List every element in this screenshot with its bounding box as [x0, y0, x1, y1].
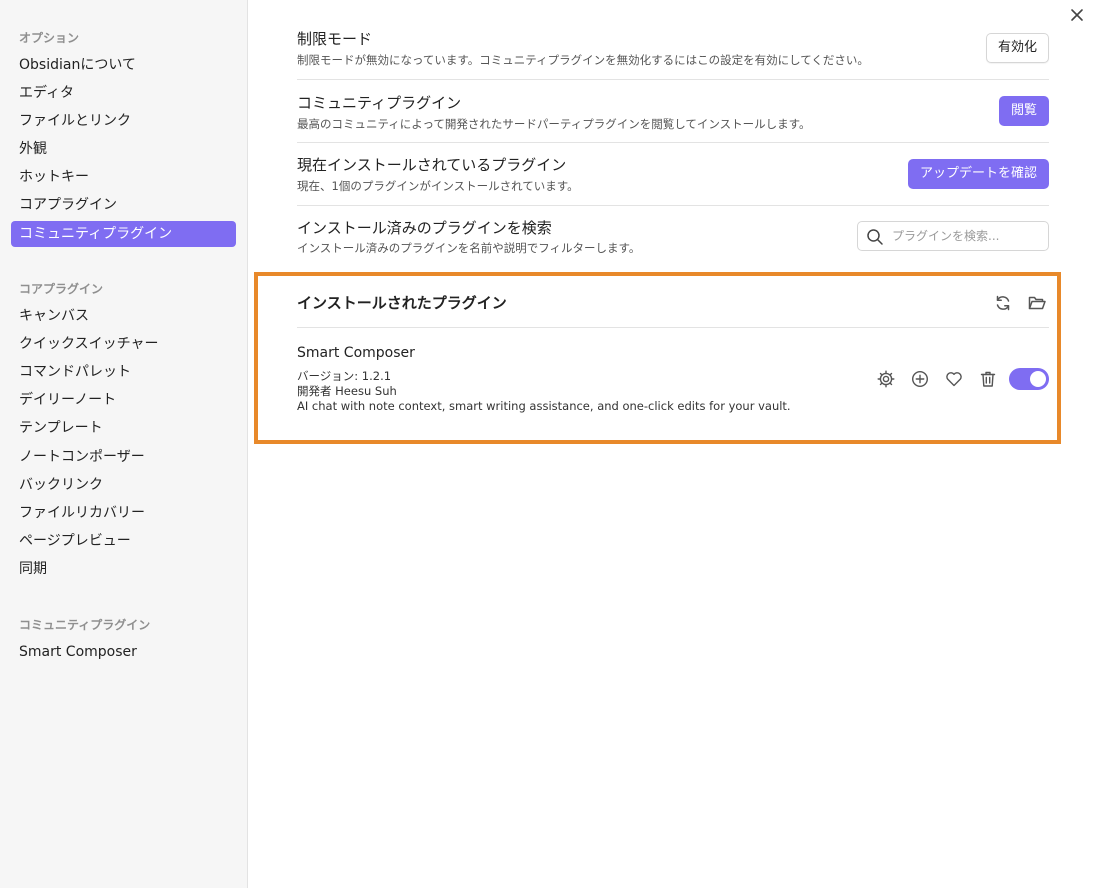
sidebar-item-appearance[interactable]: 外観 — [11, 136, 236, 162]
section-title: インストールされたプラグイン — [297, 294, 507, 312]
plugin-enable-toggle[interactable] — [1009, 368, 1049, 390]
enable-button[interactable]: 有効化 — [986, 33, 1049, 63]
installed-plugins-header: インストールされたプラグイン — [297, 287, 1049, 328]
sidebar-item-editor[interactable]: エディタ — [11, 80, 236, 106]
sidebar-item-quick-switcher[interactable]: クイックスイッチャー — [11, 331, 236, 357]
sidebar-item-daily-notes[interactable]: デイリーノート — [11, 387, 236, 413]
sidebar-item-hotkeys[interactable]: ホットキー — [11, 164, 236, 190]
sidebar-item-canvas[interactable]: キャンバス — [11, 303, 236, 329]
plugin-search-input[interactable] — [892, 226, 1042, 246]
refresh-icon[interactable] — [993, 293, 1013, 313]
setting-description: 最高のコミュニティによって開発されたサードパーティプラグインを閲覧してインストー… — [297, 117, 811, 131]
plugin-version: バージョン: 1.2.1 — [297, 369, 392, 383]
heart-icon[interactable] — [944, 369, 964, 389]
setting-description: 制限モードが無効になっています。コミュニティプラグインを無効化するにはこの設定を… — [297, 53, 869, 67]
sidebar-item-files-links[interactable]: ファイルとリンク — [11, 108, 236, 134]
plugin-author: 開発者 Heesu Suh — [297, 384, 397, 398]
sidebar-item-file-recovery[interactable]: ファイルリカバリー — [11, 500, 236, 526]
setting-name: インストール済みのプラグインを検索 — [297, 219, 552, 237]
sidebar-item-community-plugins[interactable]: コミュニティプラグイン — [11, 221, 236, 247]
setting-description: 現在、1個のプラグインがインストールされています。 — [297, 179, 579, 193]
setting-installed-plugins: 現在インストールされているプラグイン 現在、1個のプラグインがインストールされて… — [297, 143, 1049, 206]
sidebar-item-sync[interactable]: 同期 — [11, 556, 236, 582]
setting-name: 制限モード — [297, 30, 373, 48]
sidebar-item-command-palette[interactable]: コマンドパレット — [11, 359, 236, 385]
settings-content: 制限モード 制限モードが無効になっています。コミュニティプラグインを無効化するに… — [249, 0, 1097, 888]
sidebar-item-smart-composer[interactable]: Smart Composer — [11, 639, 236, 665]
sidebar-item-templates[interactable]: テンプレート — [11, 415, 236, 441]
plugin-search-box[interactable] — [857, 221, 1049, 251]
setting-name: 現在インストールされているプラグイン — [297, 156, 567, 174]
plugin-name: Smart Composer — [297, 345, 415, 361]
gear-icon[interactable] — [876, 369, 896, 389]
plugin-description: AI chat with note context, smart writing… — [297, 399, 791, 413]
trash-icon[interactable] — [978, 369, 998, 389]
plus-circle-icon[interactable] — [910, 369, 930, 389]
sidebar-item-backlinks[interactable]: バックリンク — [11, 472, 236, 498]
sidebar-item-about[interactable]: Obsidianについて — [11, 52, 236, 78]
folder-icon[interactable] — [1027, 293, 1047, 313]
sidebar-item-core-plugins[interactable]: コアプラグイン — [11, 192, 236, 218]
setting-restricted-mode: 制限モード 制限モードが無効になっています。コミュニティプラグインを無効化するに… — [297, 22, 1049, 80]
search-icon — [867, 229, 883, 245]
browse-button[interactable]: 閲覧 — [999, 96, 1049, 126]
setting-search-plugins: インストール済みのプラグインを検索 インストール済みのプラグインを名前や説明でフ… — [297, 206, 1049, 266]
setting-name: コミュニティプラグイン — [297, 94, 462, 112]
setting-community-plugins: コミュニティプラグイン 最高のコミュニティによって開発されたサードパーティプラグ… — [297, 80, 1049, 143]
close-icon[interactable] — [1067, 5, 1087, 25]
sidebar-heading-community-plugins: コミュニティプラグイン — [19, 618, 151, 632]
check-updates-button[interactable]: アップデートを確認 — [908, 159, 1049, 189]
settings-sidebar: オプション Obsidianについて エディタ ファイルとリンク 外観 ホットキ… — [0, 0, 248, 888]
setting-description: インストール済みのプラグインを名前や説明でフィルターします。 — [297, 241, 641, 255]
sidebar-heading-core-plugins: コアプラグイン — [19, 282, 104, 296]
sidebar-item-page-preview[interactable]: ページプレビュー — [11, 528, 236, 554]
toggle-knob — [1030, 371, 1046, 387]
sidebar-item-note-composer[interactable]: ノートコンポーザー — [11, 444, 236, 470]
sidebar-heading-options: オプション — [19, 31, 80, 45]
